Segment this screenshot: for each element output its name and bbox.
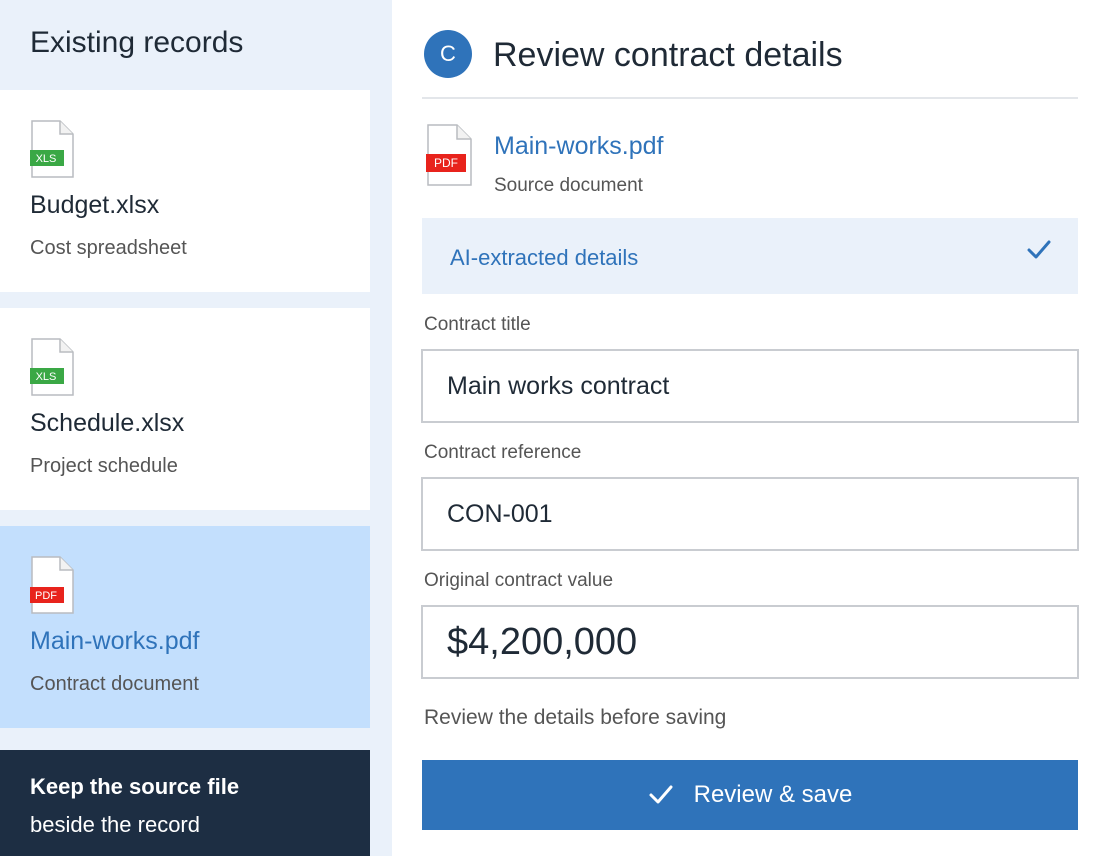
review-save-button[interactable]: Review & save: [422, 760, 1078, 830]
record-card-main-works[interactable]: PDF Main-works.pdf Contract document: [0, 526, 370, 728]
record-name: Schedule.xlsx: [30, 409, 185, 437]
tip-line-1: Keep the source file: [30, 774, 240, 799]
checkmark-icon: [649, 785, 673, 804]
xls-file-icon: XLS: [30, 338, 74, 396]
svg-text:XLS: XLS: [36, 153, 57, 165]
tip-panel: Keep the source file beside the record: [0, 750, 370, 856]
pdf-file-icon: PDF: [426, 124, 472, 186]
contract-reference-field[interactable]: CON-001: [421, 477, 1079, 551]
svg-text:PDF: PDF: [434, 156, 458, 170]
contract-reference-label: Contract reference: [424, 442, 582, 463]
sidebar: Existing records XLS Budget.xlsx Cost sp…: [0, 0, 392, 856]
svg-text:PDF: PDF: [35, 590, 57, 602]
svg-text:XLS: XLS: [36, 371, 57, 383]
record-name: Budget.xlsx: [30, 191, 160, 219]
checkmark-icon: [1027, 240, 1051, 259]
divider: [422, 97, 1078, 99]
source-document-link[interactable]: Main-works.pdf: [494, 132, 664, 161]
avatar: C: [424, 30, 472, 78]
contract-value-field[interactable]: $4,200,000: [421, 605, 1079, 679]
record-name: Main-works.pdf: [30, 627, 200, 655]
pdf-file-icon: PDF: [30, 556, 74, 614]
source-document-caption: Source document: [494, 175, 643, 196]
ai-extracted-section[interactable]: AI-extracted details: [422, 218, 1078, 294]
record-card-budget[interactable]: XLS Budget.xlsx Cost spreadsheet: [0, 90, 370, 292]
contract-title-label: Contract title: [424, 314, 531, 335]
contract-title-field[interactable]: Main works contract: [421, 349, 1079, 423]
tip-line-2: beside the record: [30, 812, 200, 837]
ai-section-label: AI-extracted details: [450, 245, 639, 270]
sidebar-title: Existing records: [30, 26, 244, 59]
xls-file-icon: XLS: [30, 120, 74, 178]
page-title: Review contract details: [493, 36, 843, 74]
contract-value-label: Original contract value: [424, 570, 614, 591]
review-hint: Review the details before saving: [424, 706, 727, 729]
record-subtitle: Cost spreadsheet: [30, 237, 187, 259]
record-subtitle: Project schedule: [30, 455, 178, 477]
record-subtitle: Contract document: [30, 673, 199, 695]
record-card-schedule[interactable]: XLS Schedule.xlsx Project schedule: [0, 308, 370, 510]
save-button-label: Review & save: [693, 781, 853, 808]
